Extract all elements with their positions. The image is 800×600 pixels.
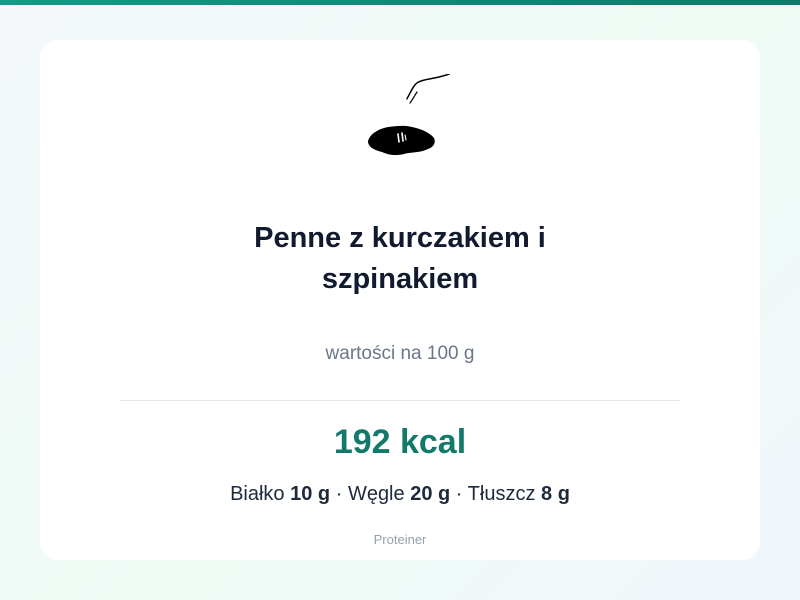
top-accent-bar	[0, 0, 800, 5]
protein-label: Białko	[230, 483, 285, 505]
protein-value: 10 g	[290, 483, 331, 505]
recipe-title: Penne z kurczakiem i szpinakiem	[254, 222, 546, 295]
macro-separator: ·	[455, 483, 463, 505]
fat-label: Tłuszcz	[467, 483, 536, 505]
carbs-value: 20 g	[410, 483, 451, 505]
serving-basis-label: wartości na 100 g	[325, 343, 475, 364]
dish-drawing-icon	[360, 74, 450, 160]
macros-summary: Białko 10 g · Węgle 20 g · Tłuszcz 8 g	[40, 481, 760, 507]
fat-value: 8 g	[541, 483, 570, 505]
divider	[120, 400, 680, 401]
calories-value: 192 kcal	[333, 423, 467, 461]
brand-name: Proteiner	[373, 532, 427, 547]
macro-separator: ·	[335, 483, 343, 505]
nutrition-card: Penne z kurczakiem i szpinakiem wartości…	[40, 40, 760, 560]
carbs-label: Węgle	[347, 483, 405, 505]
